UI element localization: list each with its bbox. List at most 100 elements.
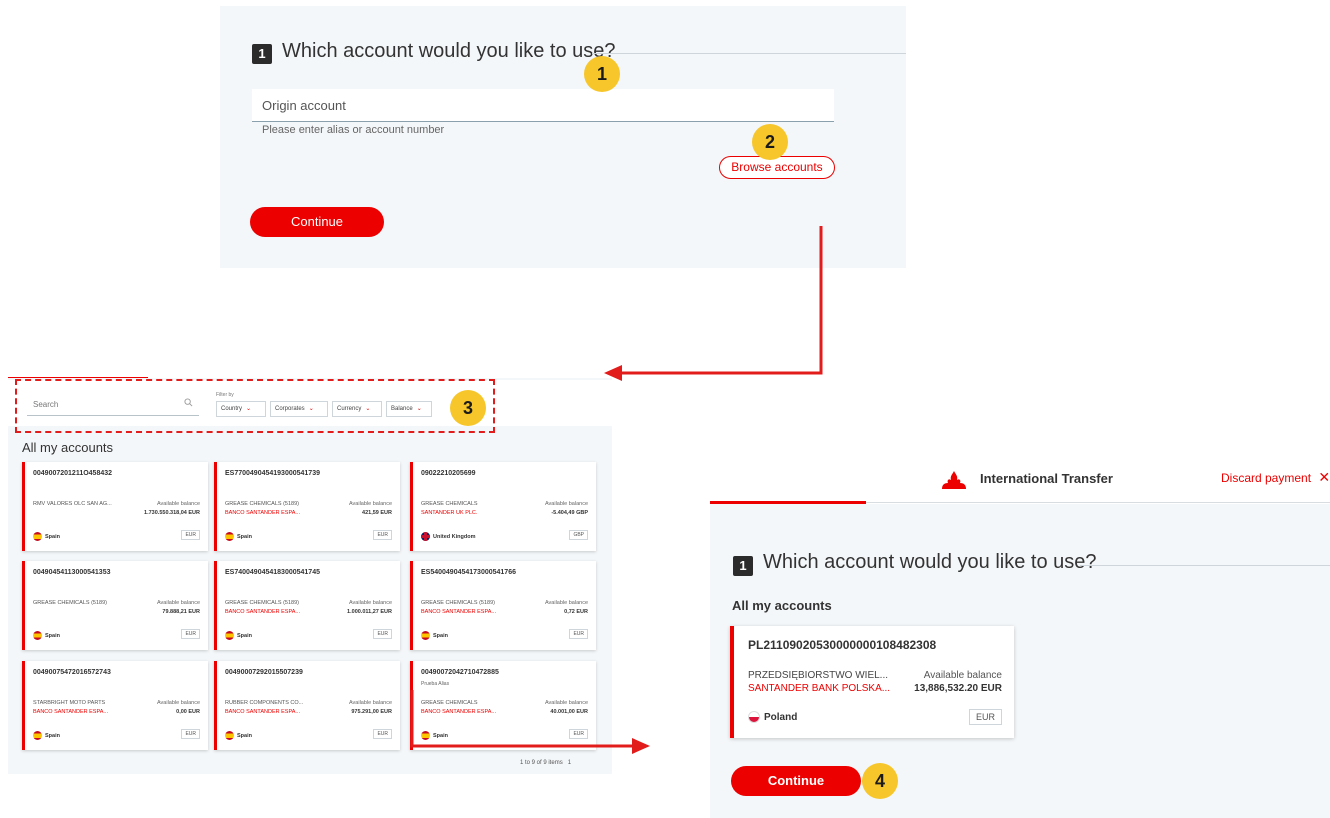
balance-amount: 1.730.550.318,04 EUR — [144, 510, 200, 516]
bank-name: SANTANDER UK PLC. — [421, 510, 478, 516]
currency-badge: EUR — [373, 530, 392, 540]
discard-payment-link[interactable]: Discard payment ✕ — [1221, 469, 1330, 486]
bank-name: BANCO SANTANDER ESPA... — [225, 609, 300, 615]
balance-label: Available balance — [348, 600, 392, 606]
bank-name: BANCO SANTANDER ESPA... — [33, 709, 108, 715]
country-name: Poland — [764, 711, 798, 723]
step-number: 1 — [733, 556, 753, 576]
account-card[interactable]: ES7400490454183000541745 GREASE CHEMICALS… — [214, 561, 400, 650]
spain-flag-icon — [33, 532, 42, 541]
country: Spain — [33, 631, 60, 640]
account-card[interactable]: 00490454113000541353 GREASE CHEMICALS (51… — [22, 561, 208, 650]
spain-flag-icon — [33, 631, 42, 640]
country-name: Spain — [45, 533, 60, 540]
app-header: International Transfer Discard payment ✕ — [710, 462, 1330, 504]
currency-badge: EUR — [181, 530, 200, 540]
country-name: Spain — [45, 632, 60, 639]
divider — [592, 53, 906, 54]
bank-name: SANTANDER BANK POLSKA... — [748, 683, 891, 694]
balance-amount: 421,59 EUR — [362, 510, 392, 516]
account-number: 00490454113000541353 — [33, 569, 111, 576]
account-number: ES7400490454183000541745 — [225, 569, 320, 576]
currency-badge: EUR — [373, 729, 392, 739]
account-holder: GREASE CHEMICALS (5189) — [33, 600, 107, 606]
step-title: Which account would you like to use? — [282, 40, 616, 62]
browse-accounts-button[interactable]: Browse accounts — [719, 156, 835, 179]
page-number[interactable]: 1 — [568, 760, 571, 766]
section-title: All my accounts — [732, 598, 832, 613]
continue-button[interactable]: Continue — [731, 766, 861, 796]
callout-badge-3: 3 — [450, 390, 486, 426]
pagination: 1 to 9 of 9 items 1 — [520, 760, 571, 766]
origin-account-input[interactable] — [252, 89, 834, 121]
balance-amount: 13,886,532.20 EUR — [914, 683, 1002, 694]
helper-text: Please enter alias or account number — [262, 124, 445, 136]
currency-badge: EUR — [569, 629, 588, 639]
account-card[interactable]: 0049007201211O458432 RMV VALORES OLC SAN … — [22, 462, 208, 551]
account-holder: GREASE CHEMICALS (5189) — [421, 600, 495, 606]
account-number: 00490072042710472885 — [421, 669, 499, 676]
account-holder: GREASE CHEMICALS (5189) — [225, 600, 299, 606]
account-number: 00490075472016572743 — [33, 669, 111, 676]
balance-label: Available balance — [923, 670, 1002, 681]
account-holder: RMV VALORES OLC SAN AG... — [33, 501, 112, 507]
country: Spain — [33, 731, 60, 740]
balance-label: Available balance — [544, 501, 588, 507]
spain-flag-icon — [225, 631, 234, 640]
country: Spain — [225, 532, 252, 541]
selected-account-card[interactable]: PL21109020530000000108482308 PRZEDSIĘBIO… — [730, 626, 1014, 738]
country-name: Spain — [237, 533, 252, 540]
account-card[interactable]: ES5400490454173000541766 GREASE CHEMICALS… — [410, 561, 596, 650]
account-card[interactable]: 00490075472016572743 STARBRIGHT MOTO PART… — [22, 661, 208, 750]
country: United Kingdom — [421, 532, 475, 541]
account-card[interactable]: ES7700490454193000541739 GREASE CHEMICALS… — [214, 462, 400, 551]
continue-button[interactable]: Continue — [250, 207, 384, 237]
step-number: 1 — [252, 44, 272, 64]
country: Poland — [748, 711, 797, 723]
currency-badge: GBP — [569, 530, 588, 540]
balance-amount: 79.888,21 EUR — [162, 609, 200, 615]
bank-name: BANCO SANTANDER ESPA... — [225, 709, 300, 715]
callout-badge-4: 4 — [862, 763, 898, 799]
account-holder: STARBRIGHT MOTO PARTS — [33, 700, 106, 706]
balance-label: Available balance — [544, 600, 588, 606]
callout-highlight — [15, 379, 495, 433]
currency-badge: EUR — [181, 629, 200, 639]
country-name: Spain — [433, 632, 448, 639]
callout-badge-2: 2 — [752, 124, 788, 160]
balance-label: Available balance — [156, 700, 200, 706]
account-number: 0049007201211O458432 — [33, 470, 113, 477]
origin-account-field[interactable] — [252, 89, 834, 122]
poland-flag-icon — [748, 711, 760, 723]
divider — [1080, 565, 1330, 566]
balance-amount: 0,00 EUR — [176, 709, 200, 715]
account-holder: GREASE CHEMICALS — [421, 501, 478, 507]
balance-label: Available balance — [348, 501, 392, 507]
country-name: Spain — [45, 732, 60, 739]
country-name: Spain — [237, 632, 252, 639]
close-icon[interactable]: ✕ — [1318, 469, 1330, 485]
account-card[interactable]: 09022210205699 GREASE CHEMICALS SANTANDER … — [410, 462, 596, 551]
currency-badge: EUR — [373, 629, 392, 639]
balance-label: Available balance — [156, 501, 200, 507]
balance-amount: -5.404,49 GBP — [551, 510, 588, 516]
uk-flag-icon — [421, 532, 430, 541]
callout-badge-1: 1 — [584, 56, 620, 92]
flow-arrow-icon — [604, 226, 823, 381]
discard-label: Discard payment — [1221, 471, 1312, 485]
country: Spain — [33, 532, 60, 541]
header-title: International Transfer — [980, 471, 1113, 486]
country-name: United Kingdom — [433, 533, 476, 540]
account-card[interactable]: 00490007292015507239 RUBBER COMPONENTS CO… — [214, 661, 400, 750]
bank-name: BANCO SANTANDER ESPA... — [225, 510, 300, 516]
account-alias: Prueba Alias — [421, 681, 450, 687]
country-name: Spain — [237, 732, 252, 739]
spain-flag-icon — [225, 731, 234, 740]
spain-flag-icon — [33, 731, 42, 740]
santander-flame-icon — [942, 471, 966, 489]
account-number: PL21109020530000000108482308 — [748, 638, 937, 652]
spain-flag-icon — [421, 631, 430, 640]
pager-text: 1 to 9 of 9 items — [520, 760, 563, 766]
flow-arrow-icon — [410, 690, 650, 754]
currency-badge: EUR — [181, 729, 200, 739]
